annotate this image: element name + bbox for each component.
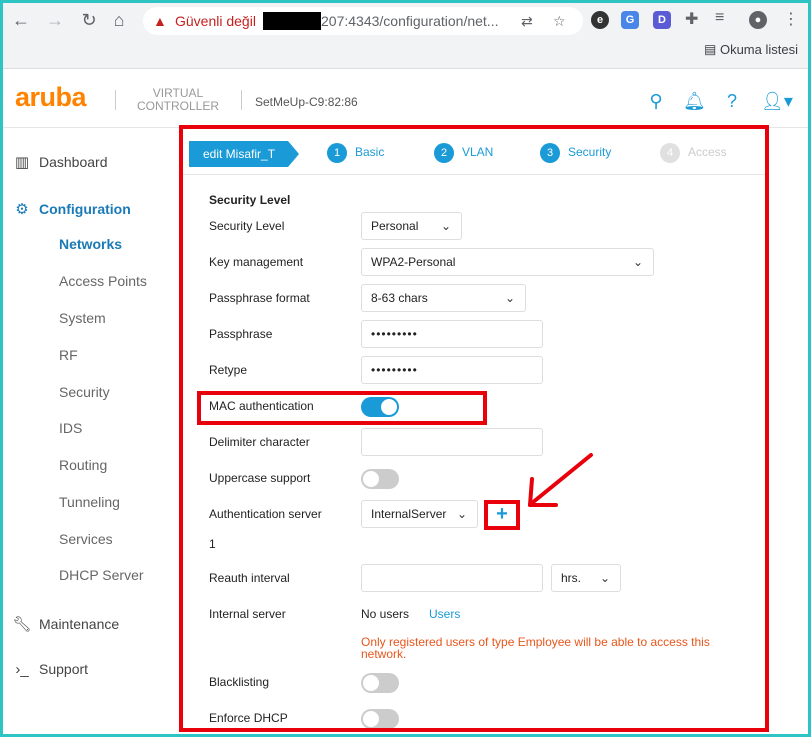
nav-dashboard[interactable]: ▥ Dashboard <box>11 153 108 171</box>
reading-list[interactable]: ▤ Okuma listesi <box>704 41 798 58</box>
forward-icon[interactable]: → <box>43 8 67 32</box>
profile-icon[interactable]: ● <box>749 11 767 29</box>
reading-list-icon: ▤ <box>704 41 717 57</box>
divider <box>241 90 242 110</box>
nav-configuration-label: Configuration <box>39 201 131 217</box>
extension-d-icon[interactable]: D <box>653 11 671 29</box>
help-icon[interactable]: ? <box>721 90 743 112</box>
gear-icon: ⚙ <box>15 201 29 218</box>
puzzle-icon[interactable]: ✚ <box>685 9 698 29</box>
menu-icon[interactable]: ⋮ <box>783 9 799 29</box>
device-name: SetMeUp-C9:82:86 <box>255 95 358 109</box>
virtual-controller-label: VIRTUAL CONTROLLER <box>133 87 223 113</box>
wrench-icon: 🔧︎ <box>12 616 32 633</box>
sidebar-item-ids[interactable]: IDS <box>59 420 82 436</box>
nav-maintenance[interactable]: 🔧︎ Maintenance <box>11 615 119 633</box>
sidebar-item-access-points[interactable]: Access Points <box>59 273 147 289</box>
sidebar-item-system[interactable]: System <box>59 310 106 326</box>
terminal-icon: ›_ <box>15 661 29 678</box>
browser-frame: ← → ↻ ⌂ ▲ Güvenli değil 207:4343/configu… <box>3 3 808 734</box>
form-highlight <box>179 125 769 732</box>
address-bar[interactable]: ▲ Güvenli değil 207:4343/configuration/n… <box>143 7 583 35</box>
reading-list-label: Okuma listesi <box>719 42 798 58</box>
nav-support-label: Support <box>39 661 89 677</box>
nav-dashboard-label: Dashboard <box>39 154 108 170</box>
vc-line2: CONTROLLER <box>136 99 219 113</box>
sidebar-item-tunneling[interactable]: Tunneling <box>59 494 120 510</box>
sidebar-item-networks[interactable]: Networks <box>59 236 122 252</box>
bell-icon[interactable]: 🔔︎ <box>683 90 706 112</box>
annotation-arrow <box>528 453 593 507</box>
extension-g-icon[interactable]: G <box>621 11 639 29</box>
nav-support[interactable]: ›_ Support <box>11 661 88 678</box>
security-warning[interactable]: Güvenli değil <box>175 7 256 35</box>
aruba-logo: aruba <box>15 82 87 112</box>
user-icon[interactable]: 👤︎▾ <box>759 90 795 112</box>
redacted-host <box>263 12 321 30</box>
translate-icon[interactable]: ⇄ <box>521 7 533 35</box>
sidebar-item-rf[interactable]: RF <box>59 347 78 363</box>
divider <box>115 90 116 110</box>
app-header: aruba VIRTUAL CONTROLLER SetMeUp-C9:82:8… <box>3 70 808 128</box>
browser-toolbar: ← → ↻ ⌂ ▲ Güvenli değil 207:4343/configu… <box>3 3 808 69</box>
star-icon[interactable]: ☆ <box>553 7 566 35</box>
reload-icon[interactable]: ↻ <box>77 8 101 32</box>
warning-icon: ▲ <box>153 13 167 29</box>
bar-chart-icon: ▥ <box>14 154 30 171</box>
back-icon[interactable]: ← <box>9 8 33 32</box>
nav-maintenance-label: Maintenance <box>39 616 120 632</box>
extension-e-icon[interactable]: e <box>591 11 609 29</box>
sidebar-item-services[interactable]: Services <box>59 531 113 547</box>
sidebar-item-security[interactable]: Security <box>59 384 110 400</box>
search-icon[interactable]: ⚲ <box>645 90 667 112</box>
sidebar-item-dhcp-server[interactable]: DHCP Server <box>59 567 144 583</box>
sidebar: ▥ Dashboard ⚙ Configuration Networks Acces… <box>3 129 175 734</box>
url-text[interactable]: 207:4343/configuration/net... <box>321 7 498 35</box>
sidebar-item-routing[interactable]: Routing <box>59 457 107 473</box>
home-icon[interactable]: ⌂ <box>107 8 131 32</box>
media-icon[interactable]: ≡ <box>715 9 724 27</box>
nav-configuration[interactable]: ⚙ Configuration <box>11 200 131 218</box>
